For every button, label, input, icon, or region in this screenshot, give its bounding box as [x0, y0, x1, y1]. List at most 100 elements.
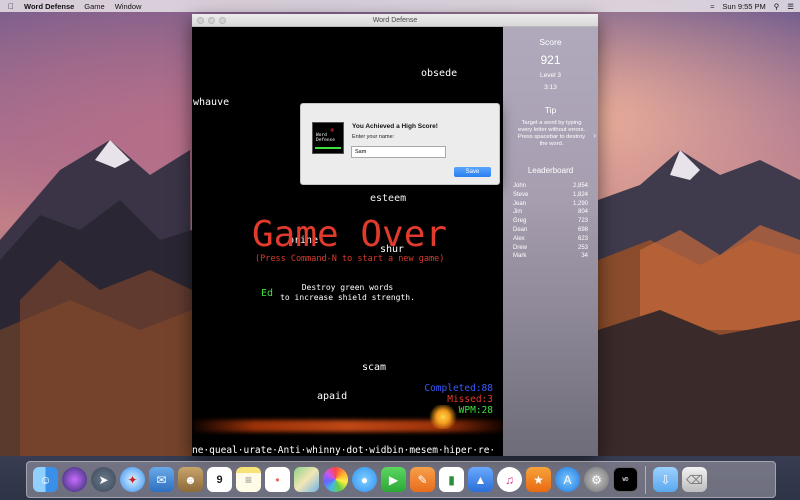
apple-menu-icon[interactable]: 	[6, 2, 16, 11]
score-sidebar: Score 921 Level 3 3:13 Tip Target a word…	[503, 27, 598, 456]
leaderboard-name: Drew	[513, 244, 528, 251]
save-button[interactable]: Save	[454, 167, 491, 177]
window-titlebar[interactable]: Word Defense	[192, 14, 598, 27]
system-preferences-icon[interactable]: ⚙	[584, 467, 609, 492]
falling-word: scam	[362, 362, 387, 373]
game-playfield[interactable]: obsede whauve esteem brine shur Ed scam …	[192, 27, 503, 456]
menu-window[interactable]: Window	[115, 2, 142, 11]
wpm-readout: WPM:28	[458, 405, 493, 416]
reminders-icon[interactable]: •	[265, 467, 290, 492]
leaderboard-score: 804	[577, 209, 588, 216]
falling-word: apaid	[317, 391, 348, 402]
leaderboard-row: John 2,854	[513, 183, 588, 192]
safari-icon[interactable]: ✦	[120, 467, 145, 492]
pages-icon[interactable]: ✎	[410, 467, 435, 492]
dock: ☺ ➤ ✦ ✉ ☻ 9 ≡ • ● ▶ ✎ ▮ ▲ ♫ ★ A ⚙ WD ⇩ ⌫	[26, 461, 776, 498]
leaderboard-score: 34	[581, 253, 588, 260]
app-menu[interactable]: Word Defense	[24, 2, 74, 11]
wifi-icon[interactable]: ≈	[710, 2, 714, 11]
menubar-status-area: ≈ Sun 9:55 PM ⚲ ☰	[710, 2, 794, 11]
leaderboard-list: John 2,854 Steve 1,824 Jean 1,290 Jim 804 Gr…	[513, 183, 588, 262]
leaderboard-row: Greg 723	[513, 218, 588, 227]
falling-word: esteem	[370, 193, 407, 204]
dock-separator	[645, 465, 646, 494]
leaderboard-row: Mark 34	[513, 253, 588, 262]
leaderboard-title: Leaderboard	[527, 166, 574, 175]
leaderboard-name: Dean	[513, 226, 528, 233]
contacts-icon[interactable]: ☻	[178, 467, 203, 492]
leaderboard-row: Drew 253	[513, 245, 588, 254]
chevron-right-icon[interactable]: ›	[593, 132, 596, 140]
ibooks-icon[interactable]: ★	[526, 467, 551, 492]
photos-icon[interactable]	[323, 467, 348, 492]
window-controls	[197, 17, 226, 24]
close-button[interactable]	[197, 17, 204, 24]
name-input[interactable]	[351, 146, 446, 158]
word-ticker: ne·queal·urate·Anti·whinny·dot·widbin·me…	[192, 445, 496, 456]
leaderboard-score: 2,854	[572, 183, 588, 189]
falling-word: obsede	[421, 68, 458, 79]
notes-icon[interactable]: ≡	[236, 467, 261, 492]
window-title: Word Defense	[372, 16, 418, 24]
level-label: Level 3	[540, 72, 561, 79]
calendar-icon[interactable]: 9	[207, 467, 232, 492]
leaderboard-score: 723	[577, 218, 588, 225]
game-window: Word Defense obsede whauve esteem brine …	[192, 14, 598, 456]
hint-line-1: Destroy green words	[301, 283, 394, 292]
app-icon-mark: ❄	[330, 127, 334, 134]
leaderboard-name: Mark	[513, 253, 527, 260]
numbers-icon[interactable]: ▮	[439, 467, 464, 492]
siri-icon[interactable]	[62, 467, 87, 492]
falling-word: whauve	[193, 97, 230, 108]
app-icon: Word Defense ❄	[312, 122, 344, 154]
game-over-title: Game Over	[252, 214, 448, 255]
high-score-dialog: Word Defense ❄ You Achieved a High Score…	[300, 103, 500, 185]
trash-icon[interactable]: ⌫	[682, 467, 707, 492]
messages-icon[interactable]: ●	[352, 467, 377, 492]
keynote-icon[interactable]: ▲	[468, 467, 493, 492]
score-title: Score	[539, 37, 562, 47]
leaderboard-name: Greg	[513, 218, 527, 225]
minimize-button[interactable]	[208, 17, 215, 24]
leaderboard-row: Alex 623	[513, 236, 588, 245]
launchpad-icon[interactable]: ➤	[91, 467, 116, 492]
leaderboard-row: Jean 1,290	[513, 201, 588, 210]
completed-count: Completed:88	[424, 383, 493, 394]
leaderboard-name: Steve	[513, 191, 529, 198]
name-field-label: Enter your name:	[352, 134, 395, 140]
app-icon-text: Word Defense	[316, 133, 335, 143]
zoom-button[interactable]	[219, 17, 226, 24]
leaderboard-name: Jim	[513, 209, 523, 216]
explosion-effect	[428, 405, 458, 429]
word-defense-icon[interactable]: WD	[613, 467, 638, 492]
tip-text: Target a word by typing every letter wit…	[515, 120, 596, 148]
mail-icon[interactable]: ✉	[149, 467, 174, 492]
app-store-icon[interactable]: A	[555, 467, 580, 492]
dialog-title: You Achieved a High Score!	[352, 123, 438, 130]
app-icon-shield	[315, 147, 341, 149]
leaderboard-score: 698	[577, 226, 588, 233]
menu-game[interactable]: Game	[84, 2, 104, 11]
menu-bar:  Word Defense Game Window ≈ Sun 9:55 PM…	[0, 0, 800, 12]
leaderboard-name: Jean	[513, 200, 527, 207]
game-over-subtitle: (Press Command-N to start a new game)	[255, 254, 445, 264]
missed-count: Missed:3	[447, 394, 493, 405]
spotlight-icon[interactable]: ⚲	[774, 2, 780, 11]
leaderboard-score: 1,290	[572, 200, 588, 207]
leaderboard-row: Dean 698	[513, 227, 588, 236]
facetime-icon[interactable]: ▶	[381, 467, 406, 492]
notification-center-icon[interactable]: ☰	[787, 2, 794, 11]
clock[interactable]: Sun 9:55 PM	[722, 2, 765, 11]
downloads-icon[interactable]: ⇩	[653, 467, 678, 492]
leaderboard-score: 1,824	[572, 191, 588, 198]
tip-title: Tip	[544, 105, 557, 115]
leaderboard-name: John	[513, 183, 527, 189]
leaderboard-score: 253	[577, 244, 588, 251]
finder-icon[interactable]: ☺	[33, 467, 58, 492]
leaderboard-row: Steve 1,824	[513, 192, 588, 201]
hint-line-2: to increase shield strength.	[280, 293, 415, 302]
score-value: 921	[540, 53, 561, 67]
leaderboard-row: Jim 804	[513, 209, 588, 218]
maps-icon[interactable]	[294, 467, 319, 492]
itunes-icon[interactable]: ♫	[497, 467, 522, 492]
